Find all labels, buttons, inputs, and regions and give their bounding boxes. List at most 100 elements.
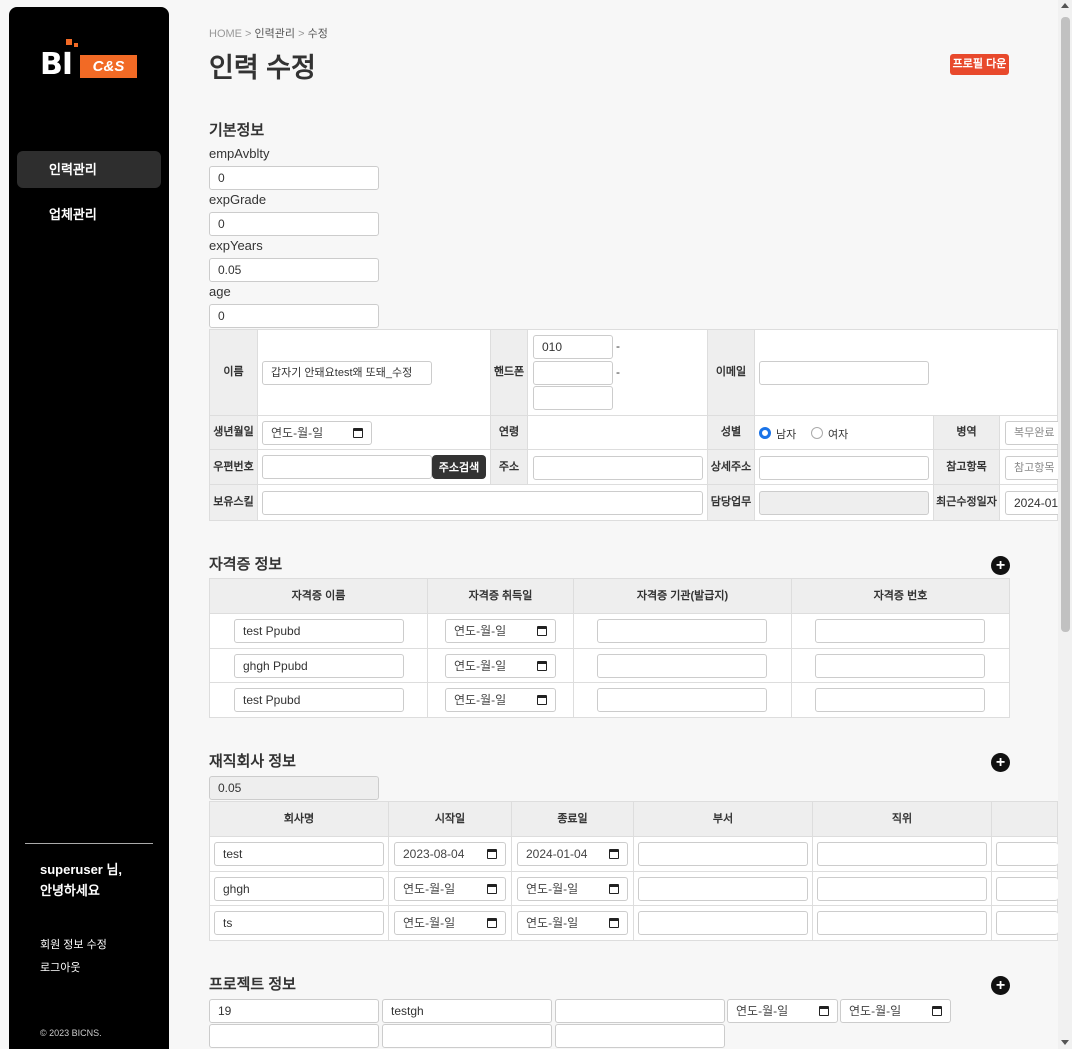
- extra-input[interactable]: [996, 911, 1058, 935]
- age-field-input[interactable]: 0: [209, 304, 379, 328]
- exp-grade-input[interactable]: 0: [209, 212, 379, 236]
- cert-number-input[interactable]: [815, 654, 985, 678]
- cert-issuer-input[interactable]: [597, 654, 767, 678]
- scroll-down-arrow-icon[interactable]: [1061, 1040, 1069, 1045]
- calendar-icon[interactable]: [353, 428, 363, 438]
- page-scrollbar[interactable]: [1058, 0, 1072, 1049]
- emp-avblty-input[interactable]: 0: [209, 166, 379, 190]
- end-date-input[interactable]: 2024-01-04: [517, 842, 628, 866]
- zip-input[interactable]: [262, 455, 432, 479]
- end-date-input[interactable]: 연도-월-일: [517, 877, 628, 901]
- cert-name-input[interactable]: test Ppubd: [234, 688, 404, 712]
- calendar-icon[interactable]: [487, 849, 497, 859]
- date-placeholder: 연도-월-일: [454, 693, 507, 707]
- page-title: 인력 수정: [209, 53, 316, 83]
- address-input[interactable]: [533, 456, 703, 480]
- calendar-icon[interactable]: [819, 1006, 829, 1016]
- cert-header-date: 자격증 취득일: [427, 578, 574, 614]
- reference-input[interactable]: 참고항목: [1005, 456, 1058, 480]
- bicns-logo[interactable]: BI C&S: [40, 39, 140, 83]
- gender-male-label[interactable]: 남자: [776, 426, 796, 442]
- project-client-input[interactable]: [555, 999, 725, 1023]
- breadcrumb: HOME > 인력관리 > 수정: [209, 25, 328, 41]
- email-input[interactable]: [759, 361, 929, 385]
- calendar-icon[interactable]: [537, 661, 547, 671]
- phone-prefix-input[interactable]: 010: [533, 335, 613, 359]
- exp-years-input[interactable]: 0.05: [209, 258, 379, 282]
- emp-header-company: 회사명: [209, 801, 389, 837]
- calendar-icon[interactable]: [932, 1006, 942, 1016]
- position-input[interactable]: [817, 842, 987, 866]
- cert-number-input[interactable]: [815, 688, 985, 712]
- company-name-input[interactable]: ts: [214, 911, 384, 935]
- nav-item-company[interactable]: 업체관리: [17, 196, 161, 233]
- project-name-input[interactable]: testgh: [382, 999, 552, 1023]
- military-select[interactable]: 복무완료: [1005, 421, 1058, 445]
- cert-date-input[interactable]: 연도-월-일: [445, 654, 556, 678]
- logout-link[interactable]: 로그아웃: [40, 959, 80, 975]
- department-input[interactable]: [638, 877, 808, 901]
- start-date-input[interactable]: 2023-08-04: [394, 842, 506, 866]
- name-label: 이름: [209, 329, 258, 416]
- duty-label: 담당업무: [707, 484, 755, 521]
- extra-input[interactable]: [996, 842, 1058, 866]
- military-label: 병역: [933, 415, 1000, 450]
- calendar-icon[interactable]: [609, 918, 619, 928]
- date-placeholder: 연도-월-일: [454, 659, 507, 673]
- add-employment-icon[interactable]: +: [991, 753, 1010, 772]
- add-certificate-icon[interactable]: +: [991, 556, 1010, 575]
- project-id-input[interactable]: 19: [209, 999, 379, 1023]
- gender-female-label[interactable]: 여자: [828, 426, 848, 442]
- project-description-input[interactable]: [555, 1024, 725, 1048]
- scroll-up-arrow-icon[interactable]: [1061, 3, 1069, 8]
- company-name-input[interactable]: ghgh: [214, 877, 384, 901]
- calendar-icon[interactable]: [487, 884, 497, 894]
- start-date-input[interactable]: 연도-월-일: [394, 877, 506, 901]
- cert-issuer-input[interactable]: [597, 688, 767, 712]
- breadcrumb-home[interactable]: HOME: [209, 28, 242, 40]
- address-detail-input[interactable]: [759, 456, 929, 480]
- exp-grade-label: expGrade: [209, 192, 267, 207]
- cert-number-input[interactable]: [815, 619, 985, 643]
- project-environment-input[interactable]: [382, 1024, 552, 1048]
- calendar-icon[interactable]: [609, 884, 619, 894]
- department-input[interactable]: [638, 911, 808, 935]
- project-start-input[interactable]: 연도-월-일: [727, 999, 838, 1023]
- sidebar: BI C&S 인력관리 업체관리 superuser 님, 안녕하세요 회원 정…: [9, 7, 169, 1049]
- position-input[interactable]: [817, 911, 987, 935]
- profile-download-button[interactable]: 프로필 다운: [950, 54, 1009, 75]
- cert-date-input[interactable]: 연도-월-일: [445, 688, 556, 712]
- gender-female-radio[interactable]: [811, 427, 823, 439]
- calendar-icon[interactable]: [609, 849, 619, 859]
- phone-middle-input[interactable]: [533, 361, 613, 385]
- project-role-input[interactable]: [209, 1024, 379, 1048]
- nav-item-hr[interactable]: 인력관리: [17, 151, 161, 188]
- extra-input[interactable]: [996, 877, 1058, 901]
- phone-last-input[interactable]: [533, 386, 613, 410]
- name-input[interactable]: 갑자기 안돼요test왜 또돼_수정: [262, 361, 432, 385]
- birth-label: 생년월일: [209, 415, 258, 450]
- company-name-input[interactable]: test: [214, 842, 384, 866]
- department-input[interactable]: [638, 842, 808, 866]
- end-date-input[interactable]: 연도-월-일: [517, 911, 628, 935]
- breadcrumb-hr[interactable]: 인력관리: [255, 28, 295, 40]
- project-end-input[interactable]: 연도-월-일: [840, 999, 951, 1023]
- gender-male-radio[interactable]: [759, 427, 771, 439]
- birth-date-input[interactable]: 연도-월-일: [262, 421, 372, 445]
- calendar-icon[interactable]: [537, 626, 547, 636]
- cert-issuer-input[interactable]: [597, 619, 767, 643]
- phone-dash: -: [616, 339, 620, 353]
- modified-date-input[interactable]: 2024-01: [1005, 491, 1058, 515]
- calendar-icon[interactable]: [487, 918, 497, 928]
- calendar-icon[interactable]: [537, 695, 547, 705]
- address-search-button[interactable]: 주소검색: [432, 455, 486, 479]
- start-date-input[interactable]: 연도-월-일: [394, 911, 506, 935]
- position-input[interactable]: [817, 877, 987, 901]
- cert-name-input[interactable]: test Ppubd: [234, 619, 404, 643]
- scroll-thumb[interactable]: [1061, 17, 1070, 632]
- skills-input[interactable]: [262, 491, 703, 515]
- add-project-icon[interactable]: +: [991, 976, 1010, 995]
- cert-date-input[interactable]: 연도-월-일: [445, 619, 556, 643]
- edit-profile-link[interactable]: 회원 정보 수정: [40, 936, 107, 952]
- cert-name-input[interactable]: ghgh Ppubd: [234, 654, 404, 678]
